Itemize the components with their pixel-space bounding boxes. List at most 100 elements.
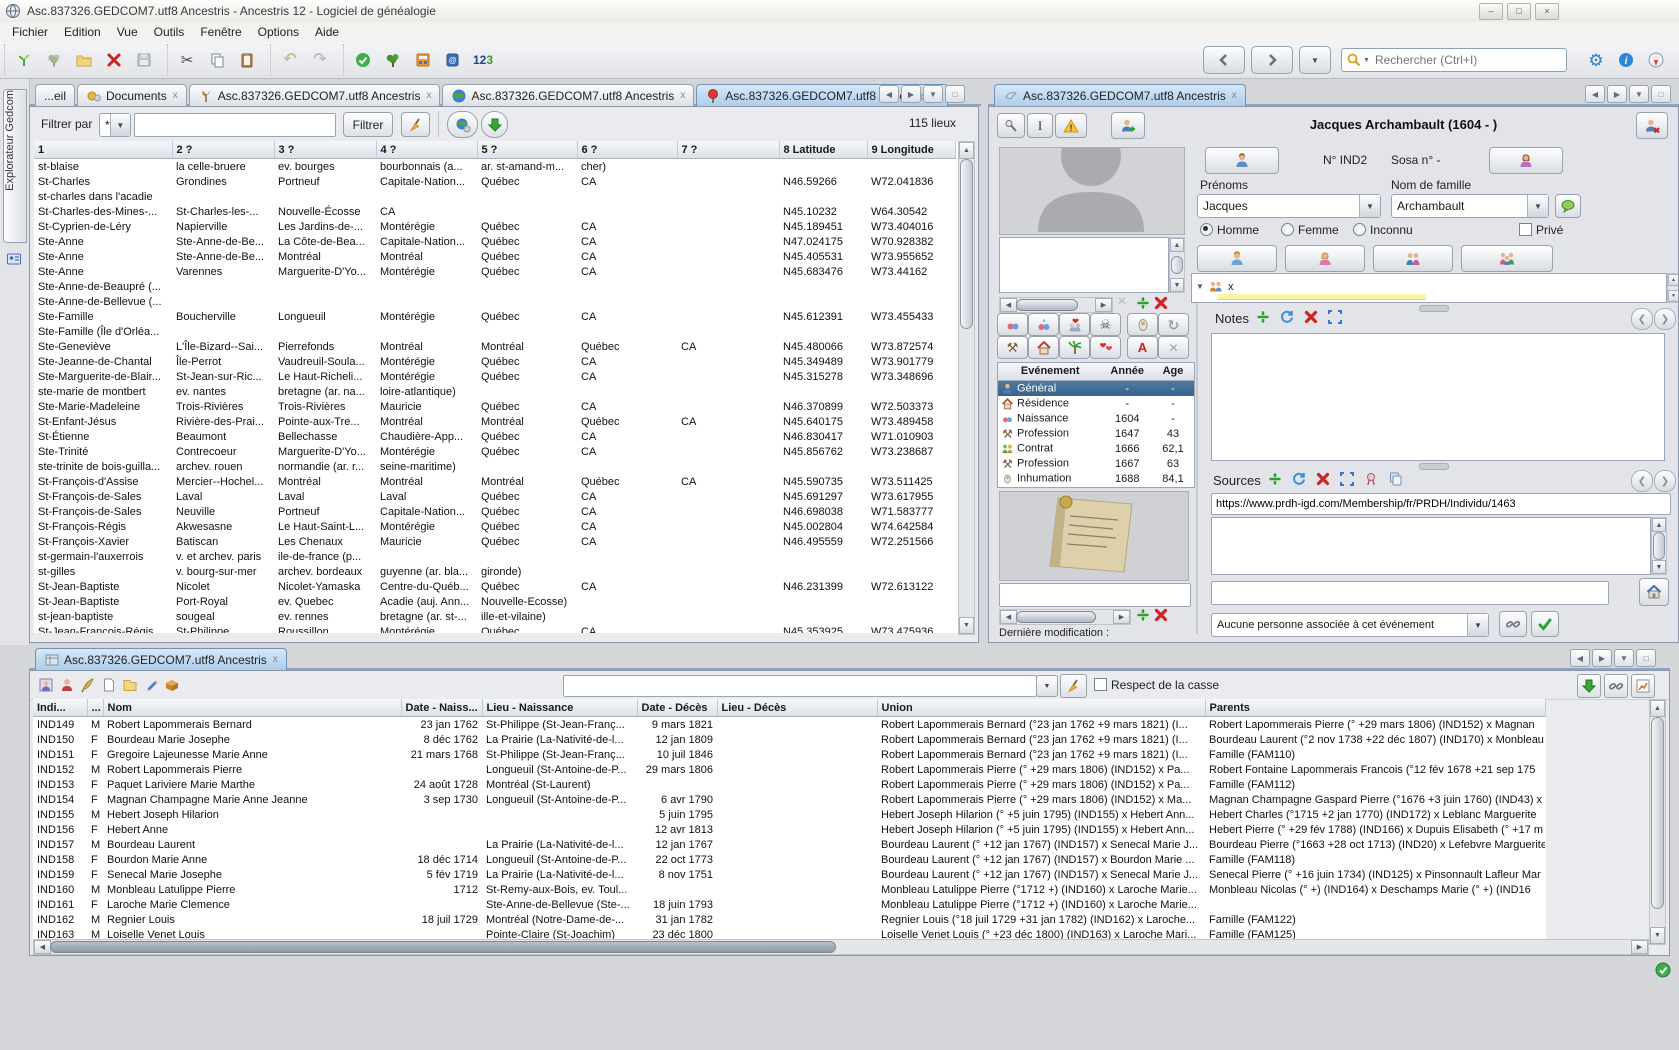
table-row[interactable]: st-charles dans l'acadie	[34, 189, 955, 204]
spouse-button[interactable]	[1373, 245, 1453, 272]
tab-close-icon[interactable]: x	[1232, 90, 1237, 101]
scrollbar-thumb[interactable]	[1651, 717, 1664, 909]
scroll-right-arrow[interactable]: ▶	[1095, 298, 1112, 312]
events-col-evenement[interactable]: Evénement	[998, 363, 1102, 380]
ev-a-button[interactable]: A	[1127, 336, 1158, 359]
clipboard-button[interactable]	[232, 46, 262, 74]
source-media-button[interactable]	[1639, 578, 1669, 606]
expand-source-icon[interactable]	[1339, 471, 1355, 487]
delete-note-icon[interactable]	[1303, 309, 1319, 325]
table-row[interactable]: Ste-GenevièveL'Île-Bizard--Sai...Pierref…	[34, 339, 955, 354]
close-button[interactable]: ×	[1535, 3, 1559, 20]
event-row-contrat[interactable]: Contrat166662,1	[998, 441, 1194, 456]
tab-scroll-right-button[interactable]: ▶	[901, 85, 921, 103]
indi-col-1[interactable]: ...	[87, 699, 103, 717]
copy-button[interactable]	[202, 46, 232, 74]
search-input[interactable]	[1373, 52, 1566, 68]
maximize-button[interactable]: □	[1507, 3, 1531, 20]
quill-icon[interactable]	[78, 675, 98, 695]
next-source-button[interactable]: ❯	[1654, 470, 1676, 492]
add-note-icon[interactable]	[1255, 309, 1271, 325]
tab-scroll-left-button[interactable]: ◀	[1570, 649, 1590, 667]
scroll-left-arrow[interactable]: ◀	[1000, 298, 1017, 312]
event-row-général[interactable]: Général--	[998, 381, 1194, 396]
delete-individual-button[interactable]	[1636, 112, 1668, 139]
ev-death-button[interactable]: ☠	[1090, 313, 1121, 336]
tab-maximize-button[interactable]: □	[1651, 85, 1671, 103]
clear-search-button[interactable]	[1060, 674, 1087, 698]
table-row[interactable]: IND149MRobert Lapommerais Bernard23 jan …	[33, 717, 1545, 733]
table-row[interactable]: St-François-d'AssiseMercier--Hochel...Mo…	[34, 474, 955, 489]
individuals-horizontal-scrollbar[interactable]: ◀ ▶	[33, 939, 1649, 955]
tab-list-button[interactable]: ▼	[1614, 649, 1634, 667]
sister-button[interactable]	[1285, 245, 1365, 272]
help-compass-button[interactable]	[1641, 46, 1671, 74]
individuals-search-input[interactable]	[563, 675, 1037, 697]
table-row[interactable]: ste-marie de montbertev. nantesbretagne …	[34, 384, 955, 399]
tab-close-icon[interactable]: x	[680, 90, 685, 101]
table-row[interactable]: IND159FSenecal Marie Josephe5 fév 1719La…	[33, 867, 1545, 882]
ev-residence-button[interactable]	[1028, 336, 1059, 359]
indi-col-7[interactable]: Union	[877, 699, 1205, 717]
expand-note-icon[interactable]	[1327, 309, 1343, 325]
scroll-left-arrow[interactable]: ◀	[1000, 610, 1017, 624]
table-row[interactable]: IND152MRobert Lapommerais PierreLongueui…	[33, 762, 1545, 777]
status-update-icon[interactable]	[1655, 962, 1671, 978]
info-button[interactable]: i	[1611, 46, 1641, 74]
table-row[interactable]: St-Jean-BaptistePort-Royalev. QuebecAcad…	[34, 594, 955, 609]
event-row-naissance[interactable]: Naissance1604-	[998, 411, 1194, 426]
media-scrollbar[interactable]: ▲ ▼	[1169, 237, 1185, 293]
forward-button[interactable]	[1251, 46, 1293, 74]
tab-scroll-left-button[interactable]: ◀	[1585, 85, 1605, 103]
filter-text-input[interactable]	[134, 113, 336, 137]
places-col-9[interactable]: 9 Longitude	[867, 141, 955, 159]
delete-source-icon[interactable]	[1315, 471, 1331, 487]
table-row[interactable]: St-François-RégisAkwesasneLe Haut-Saint-…	[34, 519, 955, 534]
table-row[interactable]: Ste-Anne-de-Beaupré (...	[34, 279, 955, 294]
mother-button[interactable]	[1489, 147, 1563, 174]
red-x-button[interactable]	[99, 46, 129, 74]
table-row[interactable]: Ste-Marie-MadeleineTrois-RivièresTrois-R…	[34, 399, 955, 414]
source-text-area[interactable]	[1211, 517, 1651, 575]
gedcom-explorer-tab[interactable]: Explorateur Gedcom	[3, 89, 27, 243]
table-row[interactable]: IND158FBourdon Marie Anne18 déc 1714Long…	[33, 852, 1545, 867]
sprout-button[interactable]	[9, 46, 39, 74]
back-button[interactable]	[1203, 46, 1245, 74]
case-checkbox[interactable]: Respect de la casse	[1094, 678, 1219, 692]
associated-person-dropdown[interactable]: Aucune personne associée à cet événement…	[1211, 613, 1489, 637]
source-media-input[interactable]	[1211, 581, 1609, 605]
media-default-icon[interactable]: ✕	[1117, 295, 1127, 307]
ev-marriage-button[interactable]	[1059, 313, 1090, 336]
table-row[interactable]: IND150FBourdeau Marie Josephe8 déc 1762L…	[33, 732, 1545, 747]
scroll-up-arrow[interactable]: ▲	[1668, 274, 1679, 286]
table-row[interactable]: St-Cyprien-de-LéryNapiervilleLes Jardins…	[34, 219, 955, 234]
doc-white-icon[interactable]	[99, 675, 119, 695]
table-row[interactable]: Ste-AnneSte-Anne-de-Be...La Côte-de-Bea.…	[34, 234, 955, 249]
indi-col-3[interactable]: Date - Naiss...	[401, 699, 482, 717]
tab-list-button[interactable]: ▼	[923, 85, 943, 103]
places-col-5[interactable]: 5 ?	[477, 141, 577, 159]
table-row[interactable]: st-blaisela celle-bruereev. bourgesbourb…	[34, 159, 955, 175]
table-row[interactable]: St-Enfant-JésusRivière-des-Prai...Pointe…	[34, 414, 955, 429]
tab--eil[interactable]: ...eil	[35, 84, 75, 106]
indi-col-8[interactable]: Parents	[1205, 699, 1545, 717]
menu-outils[interactable]: Outils	[146, 22, 193, 42]
warnings-button[interactable]: !	[1055, 113, 1087, 138]
event-row-résidence[interactable]: Résidence--	[998, 396, 1194, 411]
redo-button[interactable]: ↷	[305, 46, 335, 74]
indi-col-2[interactable]: Nom	[103, 699, 401, 717]
tab-list-button[interactable]: ▼	[1629, 85, 1649, 103]
source-text-scrollbar[interactable]: ▲ ▼	[1651, 517, 1667, 575]
table-row[interactable]: Ste-FamilleBouchervilleLongueuilMontérég…	[34, 309, 955, 324]
scroll-down-arrow[interactable]: ▼	[959, 617, 974, 634]
next-note-button[interactable]: ❯	[1654, 308, 1676, 330]
tab-close-icon[interactable]: x	[173, 90, 178, 101]
docs-yellow-icon[interactable]	[120, 675, 140, 695]
tab-asc-837326-gedcom7-utf8-ancestris[interactable]: Asc.837326.GEDCOM7.utf8 Ancestrisx	[994, 84, 1246, 106]
book-at-button[interactable]: @	[438, 46, 468, 74]
events-col-age[interactable]: Age	[1152, 363, 1194, 380]
media-title-box[interactable]	[999, 237, 1169, 293]
places-col-6[interactable]: 6 ?	[577, 141, 677, 159]
box-orange-icon[interactable]	[162, 675, 182, 695]
tab-asc-837326-gedcom7-utf8-ancestris[interactable]: Asc.837326.GEDCOM7.utf8 Ancestrisx	[442, 84, 694, 106]
